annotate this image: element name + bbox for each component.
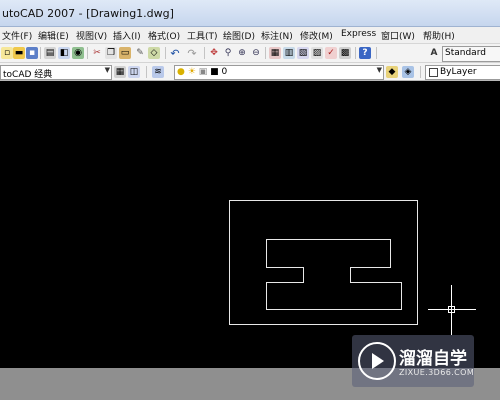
copy-icon[interactable]: ❐ [105, 47, 117, 59]
toolbar-separator [87, 47, 88, 59]
markup-icon[interactable]: ✓ [325, 47, 337, 59]
workspace-save-icon[interactable]: ◫ [128, 66, 140, 78]
help-icon[interactable]: ? [359, 47, 371, 59]
menu-format[interactable]: 格式(O) [148, 29, 180, 42]
workspace-value: toCAD 经典 [3, 70, 53, 80]
text-style-dropdown[interactable]: Standard [442, 46, 500, 62]
color-control-value: ByLayer [440, 67, 477, 77]
menu-express[interactable]: Express [341, 29, 376, 39]
workspace-dropdown[interactable]: toCAD 经典 ▼ [0, 65, 112, 80]
toolbar-separator [265, 47, 266, 59]
menu-tools[interactable]: 工具(T) [187, 29, 218, 42]
chevron-down-icon: ▼ [376, 66, 382, 74]
zoom-realtime-icon[interactable]: ⚲ [222, 47, 234, 59]
paste-icon[interactable]: ▭ [119, 47, 131, 59]
toolbar-separator [165, 47, 166, 59]
menu-dimension[interactable]: 标注(N) [261, 29, 293, 42]
cut-icon[interactable]: ✂ [91, 47, 103, 59]
save-icon[interactable]: ▪ [26, 47, 38, 59]
window-title: utoCAD 2007 - [Drawing1.dwg] [2, 7, 174, 20]
toolbar-separator [146, 66, 147, 78]
watermark-url: ZIXUE.3D66.COM [399, 368, 475, 377]
properties-icon[interactable]: ▦ [269, 47, 281, 59]
menu-modify[interactable]: 修改(M) [300, 29, 333, 42]
menu-insert[interactable]: 插入(I) [113, 29, 141, 42]
layer-previous-icon[interactable]: ◈ [402, 66, 414, 78]
layer-status-icons: ● ☀ ▣ ■ 0 [177, 67, 227, 77]
outer-rectangle [229, 200, 418, 325]
redo-icon[interactable]: ↷ [186, 47, 198, 59]
toolbar-separator [376, 47, 377, 59]
undo-icon[interactable]: ↶ [169, 47, 181, 59]
color-box-icon [429, 68, 438, 77]
watermark: 溜溜自学 ZIXUE.3D66.COM [352, 335, 474, 387]
design-center-icon[interactable]: ▥ [283, 47, 295, 59]
play-logo-icon [358, 342, 396, 380]
color-control-dropdown[interactable]: ByLayer [425, 65, 500, 80]
color-swatch-icon: ■ [210, 67, 219, 77]
gong-shape-outline [266, 239, 402, 310]
block-editor-icon[interactable]: ◇ [148, 47, 160, 59]
open-icon[interactable]: ▬ [13, 47, 25, 59]
menu-bar: 文件(F) 编辑(E) 视图(V) 插入(I) 格式(O) 工具(T) 绘图(D… [0, 27, 500, 44]
chevron-down-icon: ▼ [104, 66, 110, 74]
menu-help[interactable]: 帮助(H) [423, 29, 455, 42]
lock-icon: ▣ [198, 67, 208, 77]
zoom-window-icon[interactable]: ⊕ [236, 47, 248, 59]
toolbar-separator [204, 47, 205, 59]
watermark-name: 溜溜自学 [399, 349, 467, 369]
menu-file[interactable]: 文件(F) [2, 29, 32, 42]
toolbar-separator [40, 47, 41, 59]
sun-icon: ☀ [187, 67, 196, 77]
publish-icon[interactable]: ◉ [72, 47, 84, 59]
menu-draw[interactable]: 绘图(D) [223, 29, 255, 42]
drawing-svg [229, 200, 476, 335]
menu-edit[interactable]: 编辑(E) [38, 29, 69, 42]
toolbar-separator [355, 47, 356, 59]
layers-toolbar: toCAD 经典 ▼ ▦ ◫ ≋ ● ☀ ▣ ■ 0 ▼ ◆ ◈ ByLayer [0, 63, 500, 81]
new-icon[interactable]: ▫ [1, 47, 13, 59]
plot-preview-icon[interactable]: ◧ [58, 47, 70, 59]
drawing-canvas[interactable] [0, 81, 500, 368]
layer-manager-icon[interactable]: ≋ [152, 66, 164, 78]
text-style-icon[interactable]: A [428, 47, 440, 59]
print-icon[interactable]: ▤ [44, 47, 56, 59]
menu-view[interactable]: 视图(V) [76, 29, 107, 42]
zoom-previous-icon[interactable]: ⊖ [250, 47, 262, 59]
match-properties-icon[interactable]: ✎ [134, 47, 146, 59]
workspace-settings-icon[interactable]: ▦ [114, 66, 126, 78]
make-current-icon[interactable]: ◆ [386, 66, 398, 78]
layer-dropdown[interactable]: ● ☀ ▣ ■ 0 ▼ [174, 65, 384, 80]
crosshair-cursor [428, 285, 476, 335]
text-style-value: Standard [445, 48, 486, 58]
standard-toolbar: ▫ ▬ ▪ ▤ ◧ ◉ ✂ ❐ ▭ ✎ ◇ ↶ ↷ ✥ ⚲ ⊕ ⊖ ▦ ▥ ▧ … [0, 44, 500, 63]
sheet-set-icon[interactable]: ▨ [311, 47, 323, 59]
pan-icon[interactable]: ✥ [208, 47, 220, 59]
toolbar-separator [420, 66, 421, 78]
tool-palettes-icon[interactable]: ▧ [297, 47, 309, 59]
menu-window[interactable]: 窗口(W) [381, 29, 415, 42]
title-bar: utoCAD 2007 - [Drawing1.dwg] [0, 0, 500, 27]
light-bulb-icon: ● [177, 67, 185, 77]
layer-name: 0 [221, 67, 228, 77]
calculator-icon[interactable]: ▩ [339, 47, 351, 59]
